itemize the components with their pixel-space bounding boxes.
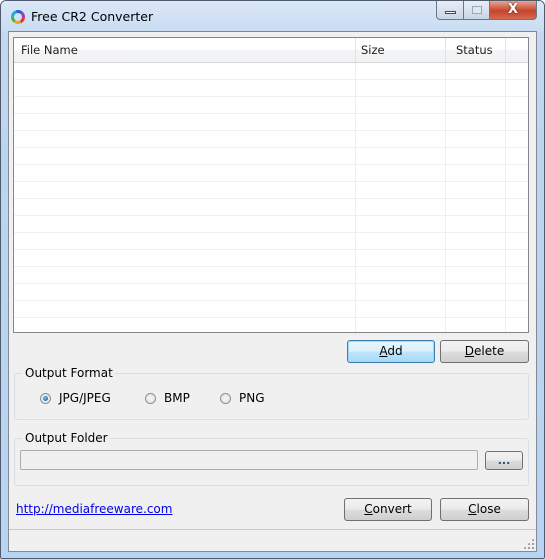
convert-mnemonic: C [364, 502, 373, 516]
website-link[interactable]: http://mediafreeware.com [16, 502, 172, 516]
empty-grid-row [14, 97, 528, 114]
empty-grid-row [14, 114, 528, 131]
file-list-rows [14, 63, 528, 332]
window-controls [436, 1, 537, 21]
radio-unchecked-icon[interactable] [220, 392, 231, 404]
column-header-size[interactable]: Size [356, 38, 446, 62]
output-folder-label: Output Folder [22, 430, 110, 446]
radio-png-label: PNG [239, 391, 265, 405]
output-format-label: Output Format [22, 365, 115, 381]
output-folder-group: Output Folder ... [14, 430, 529, 486]
empty-grid-row [14, 199, 528, 216]
column-header-filler [506, 38, 528, 62]
minimize-button[interactable] [436, 1, 464, 20]
empty-grid-row [14, 301, 528, 318]
radio-unchecked-icon[interactable] [145, 392, 156, 404]
delete-label-rest: elete [474, 344, 505, 358]
radio-bmp[interactable]: BMP [145, 391, 190, 405]
empty-grid-row [14, 267, 528, 284]
grid-column-line [505, 63, 506, 332]
grid-column-line [355, 63, 356, 332]
maximize-button[interactable] [464, 1, 490, 20]
app-window: Free CR2 Converter File Name Size Status [0, 0, 545, 559]
add-button[interactable]: Add [347, 340, 435, 363]
close-button[interactable]: Close [440, 498, 529, 521]
delete-mnemonic: D [464, 344, 475, 358]
close-mnemonic: C [468, 502, 477, 516]
convert-button[interactable]: Convert [344, 498, 432, 521]
window-title: Free CR2 Converter [31, 9, 154, 24]
radio-bmp-label: BMP [164, 391, 190, 405]
radio-jpg-jpeg[interactable]: JPG/JPEG [40, 391, 111, 405]
empty-grid-row [14, 233, 528, 250]
status-bar [9, 529, 536, 551]
file-list[interactable]: File Name Size Status [13, 37, 529, 333]
column-header-file-name[interactable]: File Name [14, 38, 356, 62]
title-bar[interactable]: Free CR2 Converter [1, 1, 544, 32]
resize-grip-icon[interactable] [523, 538, 534, 549]
empty-grid-row [14, 318, 528, 332]
empty-grid-row [14, 148, 528, 165]
empty-grid-row [14, 250, 528, 267]
delete-button[interactable]: Delete [440, 340, 529, 363]
empty-grid-row [14, 216, 528, 233]
close-window-button[interactable] [490, 1, 537, 20]
empty-grid-row [14, 63, 528, 80]
empty-grid-row [14, 284, 528, 301]
column-header-status[interactable]: Status [446, 38, 506, 62]
browse-folder-button[interactable]: ... [485, 451, 523, 470]
client-area: File Name Size Status Add Delete Output … [8, 31, 537, 552]
output-format-group: Output Format JPG/JPEG BMP PNG [14, 365, 529, 420]
empty-grid-row [14, 80, 528, 97]
radio-jpg-jpeg-label: JPG/JPEG [59, 391, 111, 405]
app-ring-icon [11, 10, 25, 24]
convert-label-rest: onvert [372, 502, 412, 516]
radio-png[interactable]: PNG [220, 391, 265, 405]
grid-column-line [445, 63, 446, 332]
close-label-rest: lose [476, 502, 501, 516]
empty-grid-row [14, 165, 528, 182]
radio-checked-icon[interactable] [40, 392, 51, 404]
add-label-rest: dd [387, 344, 403, 358]
empty-grid-row [14, 131, 528, 148]
empty-grid-row [14, 182, 528, 199]
output-folder-input[interactable] [20, 450, 478, 470]
file-list-header: File Name Size Status [14, 38, 528, 63]
